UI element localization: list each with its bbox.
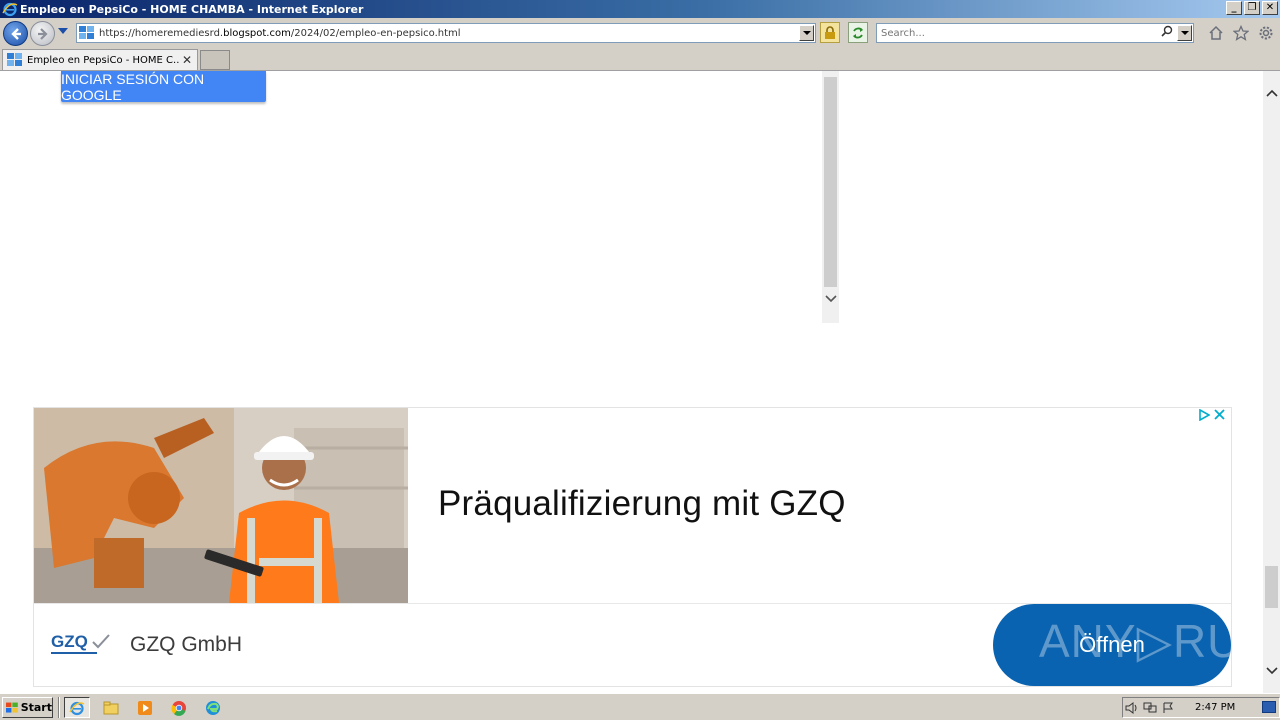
media-player-icon [138, 700, 152, 715]
chevron-down-icon[interactable] [1263, 661, 1280, 681]
refresh-icon [853, 27, 863, 38]
embedded-frame-scrollbar[interactable] [822, 71, 839, 323]
url-scheme: https:// [99, 27, 135, 39]
ad-advertiser-name[interactable]: GZQ GmbH [130, 633, 242, 657]
chevron-up-icon[interactable] [1263, 83, 1280, 103]
url-domain: blogspot.com [223, 27, 291, 39]
chrome-icon [171, 700, 186, 716]
start-flag-icon [6, 702, 18, 713]
ie-logo-icon [2, 2, 18, 17]
refresh-button[interactable] [848, 22, 868, 43]
ad-open-button[interactable]: ANY▷RUN Öffnen [993, 604, 1231, 686]
volume-icon[interactable] [1123, 700, 1141, 716]
ie-taskbar-button[interactable] [64, 697, 90, 718]
back-icon [10, 27, 21, 40]
advertiser-logo[interactable]: GZQ [51, 630, 111, 660]
url-path: /2024/02/empleo-en-pepsico.html [290, 27, 461, 39]
search-icon[interactable] [1161, 25, 1173, 40]
navigation-bar: https://homeremediesrd.blogspot.com/2024… [0, 18, 1280, 48]
window-titlebar: Empleo en PepsiCo - HOME CHAMBA - Intern… [0, 0, 1280, 18]
start-label: Start [20, 701, 52, 714]
lock-icon [825, 25, 835, 39]
settings-icon[interactable] [1257, 24, 1274, 41]
close-icon[interactable] [1214, 409, 1225, 424]
taskbar: Start 2:47 PM [0, 693, 1280, 720]
favorites-icon[interactable] [1232, 24, 1249, 41]
window-title: Empleo en PepsiCo - HOME CHAMBA - Intern… [20, 2, 364, 16]
tab-bar: Empleo en PepsiCo - HOME C... ✕ [0, 48, 1280, 71]
home-icon[interactable] [1207, 24, 1224, 41]
quick-launch [64, 697, 226, 718]
start-button[interactable]: Start [2, 697, 53, 718]
recent-pages-dropdown[interactable] [58, 28, 68, 34]
taskbar-separator [58, 697, 60, 718]
google-signin-button[interactable]: INICIAR SESIÓN CON GOOGLE [61, 71, 266, 103]
ie-logo-icon [69, 701, 85, 715]
chevron-down-icon[interactable] [822, 289, 839, 309]
site-favicon-icon [7, 53, 22, 66]
embedded-scroll-thumb[interactable] [824, 77, 837, 287]
svg-text:GZQ: GZQ [51, 632, 88, 651]
close-icon[interactable]: ✕ [182, 53, 192, 67]
search-box[interactable] [876, 23, 1194, 43]
address-dropdown[interactable] [799, 25, 814, 41]
clock[interactable]: 2:47 PM [1195, 702, 1235, 713]
network-icon[interactable] [1141, 700, 1159, 716]
media-player-button[interactable] [132, 697, 158, 718]
address-url[interactable]: https://homeremediesrd.blogspot.com/2024… [99, 28, 461, 39]
page-scroll-thumb[interactable] [1265, 566, 1278, 608]
forward-button[interactable] [30, 21, 55, 46]
edge-button[interactable] [200, 697, 226, 718]
browser-toolbar-icons [1207, 24, 1274, 41]
tab-title: Empleo en PepsiCo - HOME C... [27, 54, 179, 66]
page-scrollbar[interactable] [1263, 71, 1280, 693]
close-window-button[interactable]: ✕ [1262, 1, 1278, 15]
system-tray: 2:47 PM [1122, 697, 1280, 718]
back-button[interactable] [3, 21, 28, 46]
ad-choices[interactable] [1198, 408, 1225, 424]
ad-headline[interactable]: Präqualifizierung mit GZQ [438, 484, 846, 524]
window-controls: _ ❐ ✕ [1226, 1, 1278, 15]
explorer-icon [103, 701, 119, 714]
ad-banner[interactable]: Präqualifizierung mit GZQ GZQ GZQ GmbH A… [33, 407, 1232, 687]
ad-image-worker[interactable] [34, 408, 408, 603]
minimize-button[interactable]: _ [1226, 1, 1242, 15]
explorer-button[interactable] [98, 697, 124, 718]
address-bar[interactable]: https://homeremediesrd.blogspot.com/2024… [76, 23, 816, 43]
search-provider-dropdown[interactable] [1177, 25, 1192, 41]
show-desktop-button[interactable] [1262, 701, 1276, 713]
site-favicon-icon [79, 26, 94, 39]
security-report-button[interactable] [820, 22, 840, 43]
new-tab-button[interactable] [200, 50, 230, 70]
chrome-button[interactable] [166, 697, 192, 718]
flag-icon[interactable] [1159, 700, 1177, 716]
adchoices-icon[interactable] [1198, 408, 1211, 424]
tab-active[interactable]: Empleo en PepsiCo - HOME C... ✕ [2, 49, 198, 70]
edge-icon [206, 700, 220, 715]
restore-button[interactable]: ❐ [1244, 1, 1260, 15]
ad-open-label: Öffnen [1079, 632, 1145, 657]
url-subdomain: homeremediesrd. [134, 27, 224, 39]
search-input[interactable] [877, 27, 1147, 39]
page-content: INICIAR SESIÓN CON GOOGLE Präqualifizier… [0, 71, 1263, 693]
forward-icon [37, 27, 48, 40]
